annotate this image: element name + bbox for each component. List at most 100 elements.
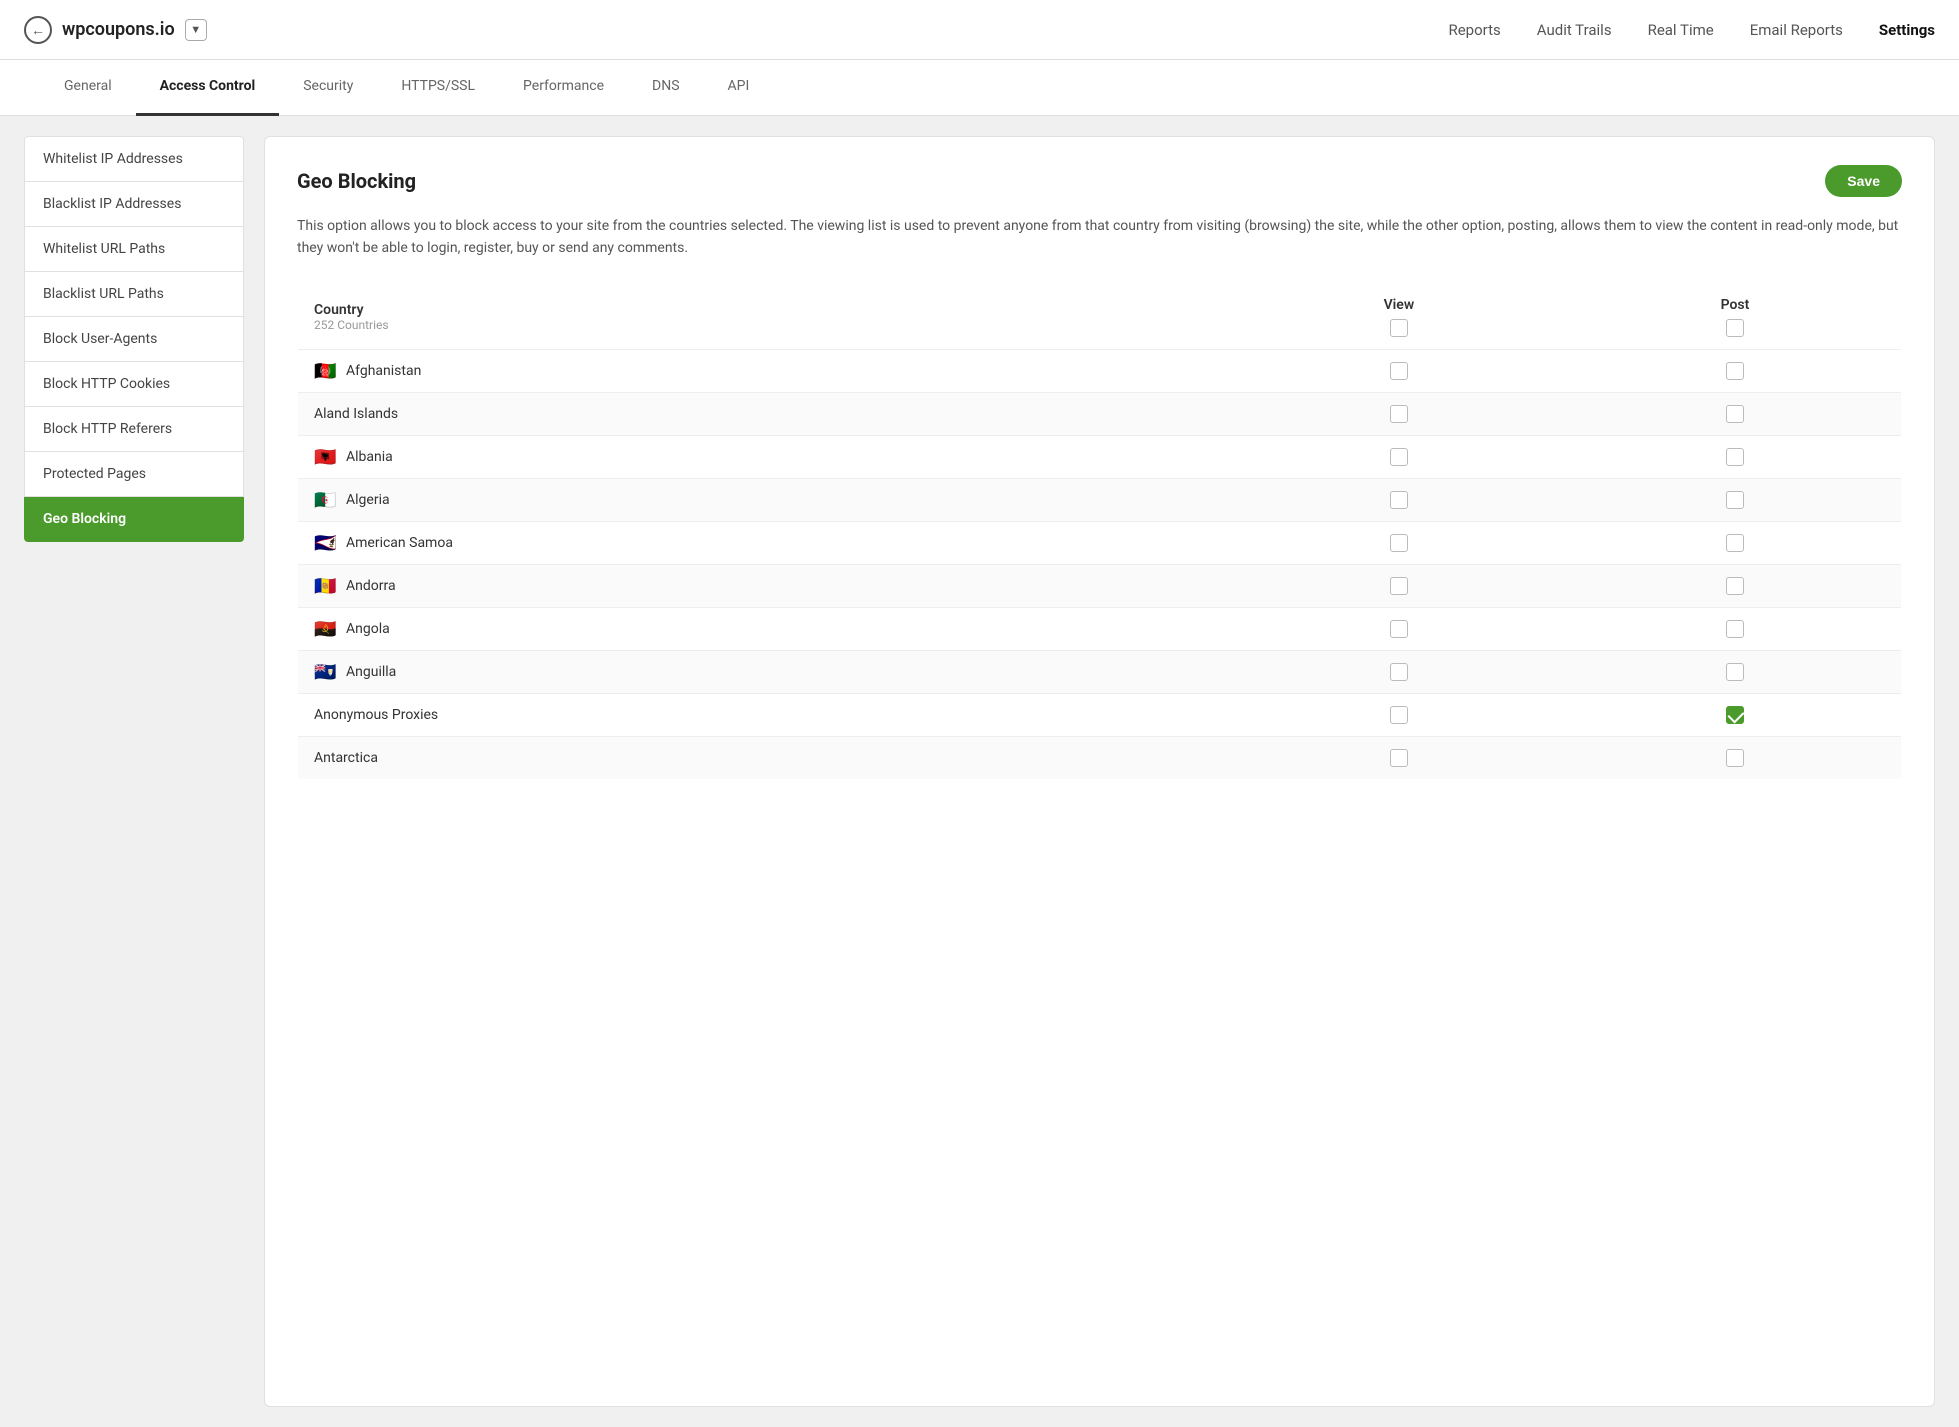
country-cell: 🇦🇱Albania [298,435,1229,478]
view-cell [1229,650,1569,693]
sidebar-item-block-user-agents[interactable]: Block User-Agents [24,317,244,362]
sidebar-item-geo-blocking[interactable]: Geo Blocking [24,497,244,542]
view-checkbox[interactable] [1390,534,1408,552]
sidebar-item-block-http-cookies[interactable]: Block HTTP Cookies [24,362,244,407]
post-cell [1569,607,1902,650]
save-button[interactable]: Save [1825,165,1902,197]
country-name-text: Anguilla [346,664,396,680]
country-cell: 🇦🇫 Afghanistan [298,349,1229,392]
flag-icon: 🇦🇸 [314,535,336,550]
flag-icon: 🇦🇫 [314,363,336,378]
sidebar-item-blacklist-url[interactable]: Blacklist URL Paths [24,272,244,317]
view-cell [1229,478,1569,521]
post-cell [1569,478,1902,521]
view-checkbox[interactable] [1390,362,1408,380]
tab-dns[interactable]: DNS [628,60,704,116]
country-cell: 🇦🇸 American Samoa [298,521,1229,564]
tab-security[interactable]: Security [279,60,377,116]
post-checkbox[interactable] [1726,663,1744,681]
sidebar-item-protected-pages[interactable]: Protected Pages [24,452,244,497]
post-checkbox[interactable] [1726,362,1744,380]
flag-icon: 🇩🇿 [314,492,336,507]
country-cell: Aland Islands [298,392,1229,435]
country-name-text: Andorra [346,578,396,594]
nav-reports[interactable]: Reports [1448,21,1500,39]
post-cell [1569,435,1902,478]
panel-title: Geo Blocking [297,169,416,193]
back-button[interactable]: ← [24,16,52,44]
settings-tabs: General Access Control Security HTTPS/SS… [0,60,1959,116]
view-cell [1229,736,1569,779]
nav-email-reports[interactable]: Email Reports [1750,21,1843,39]
col-view-header: View [1229,284,1569,349]
country-cell: 🇦🇴 Angola [298,607,1229,650]
country-name-text: Anonymous Proxies [314,707,438,723]
country-name-text: Aland Islands [314,406,398,422]
tab-access-control[interactable]: Access Control [136,60,280,116]
sidebar-item-blacklist-ip[interactable]: Blacklist IP Addresses [24,182,244,227]
table-row: 🇦🇩 Andorra [298,564,1902,607]
brand: ← wpcoupons.io ▼ [24,16,207,44]
sidebar-item-whitelist-ip[interactable]: Whitelist IP Addresses [24,136,244,182]
post-cell [1569,736,1902,779]
flag-icon: 🇦🇴 [314,621,336,636]
view-cell [1229,607,1569,650]
post-checkbox[interactable] [1726,491,1744,509]
tab-general[interactable]: General [40,60,136,116]
post-cell [1569,650,1902,693]
table-row: Aland Islands [298,392,1902,435]
tab-https-ssl[interactable]: HTTPS/SSL [377,60,499,116]
table-header-row: Country 252 Countries View Post [298,284,1902,349]
country-cell: Anonymous Proxies [298,693,1229,736]
brand-dropdown[interactable]: ▼ [185,19,207,41]
header-post-checkbox[interactable] [1726,319,1744,337]
sidebar-item-whitelist-url[interactable]: Whitelist URL Paths [24,227,244,272]
top-nav-links: Reports Audit Trails Real Time Email Rep… [1448,21,1935,39]
table-row: Antarctica [298,736,1902,779]
view-checkbox[interactable] [1390,706,1408,724]
view-cell [1229,564,1569,607]
view-checkbox[interactable] [1390,749,1408,767]
post-checkbox[interactable] [1726,405,1744,423]
country-cell: 🇦🇩 Andorra [298,564,1229,607]
country-name-text: Angola [346,621,390,637]
table-row: 🇦🇴 Angola [298,607,1902,650]
nav-real-time[interactable]: Real Time [1648,21,1714,39]
tab-performance[interactable]: Performance [499,60,628,116]
country-count: 252 Countries [314,318,1213,332]
post-checkbox[interactable] [1726,706,1744,724]
country-cell: 🇦🇮 Anguilla [298,650,1229,693]
post-checkbox[interactable] [1726,749,1744,767]
top-nav: ← wpcoupons.io ▼ Reports Audit Trails Re… [0,0,1959,60]
post-checkbox[interactable] [1726,577,1744,595]
post-cell [1569,349,1902,392]
view-checkbox[interactable] [1390,448,1408,466]
country-name-text: Albania [346,449,393,465]
view-checkbox[interactable] [1390,620,1408,638]
country-cell: 🇩🇿 Algeria [298,478,1229,521]
post-checkbox[interactable] [1726,620,1744,638]
tab-api[interactable]: API [704,60,774,116]
brand-name: wpcoupons.io [62,19,175,40]
nav-audit-trails[interactable]: Audit Trails [1537,21,1612,39]
main-layout: Whitelist IP Addresses Blacklist IP Addr… [0,116,1959,1427]
table-row: 🇩🇿 Algeria [298,478,1902,521]
country-name-text: Algeria [346,492,390,508]
table-row: Anonymous Proxies [298,693,1902,736]
view-checkbox[interactable] [1390,577,1408,595]
view-checkbox[interactable] [1390,405,1408,423]
flag-icon: 🇦🇮 [314,664,336,679]
post-checkbox[interactable] [1726,534,1744,552]
post-checkbox[interactable] [1726,448,1744,466]
country-name-text: American Samoa [346,535,453,551]
country-cell: Antarctica [298,736,1229,779]
flag-icon: 🇦🇩 [314,578,336,593]
nav-settings[interactable]: Settings [1879,21,1935,39]
table-row: 🇦🇮 Anguilla [298,650,1902,693]
view-checkbox[interactable] [1390,663,1408,681]
country-name-text: Afghanistan [346,363,421,379]
panel-header: Geo Blocking Save [297,165,1902,197]
sidebar-item-block-http-referers[interactable]: Block HTTP Referers [24,407,244,452]
header-view-checkbox[interactable] [1390,319,1408,337]
view-checkbox[interactable] [1390,491,1408,509]
